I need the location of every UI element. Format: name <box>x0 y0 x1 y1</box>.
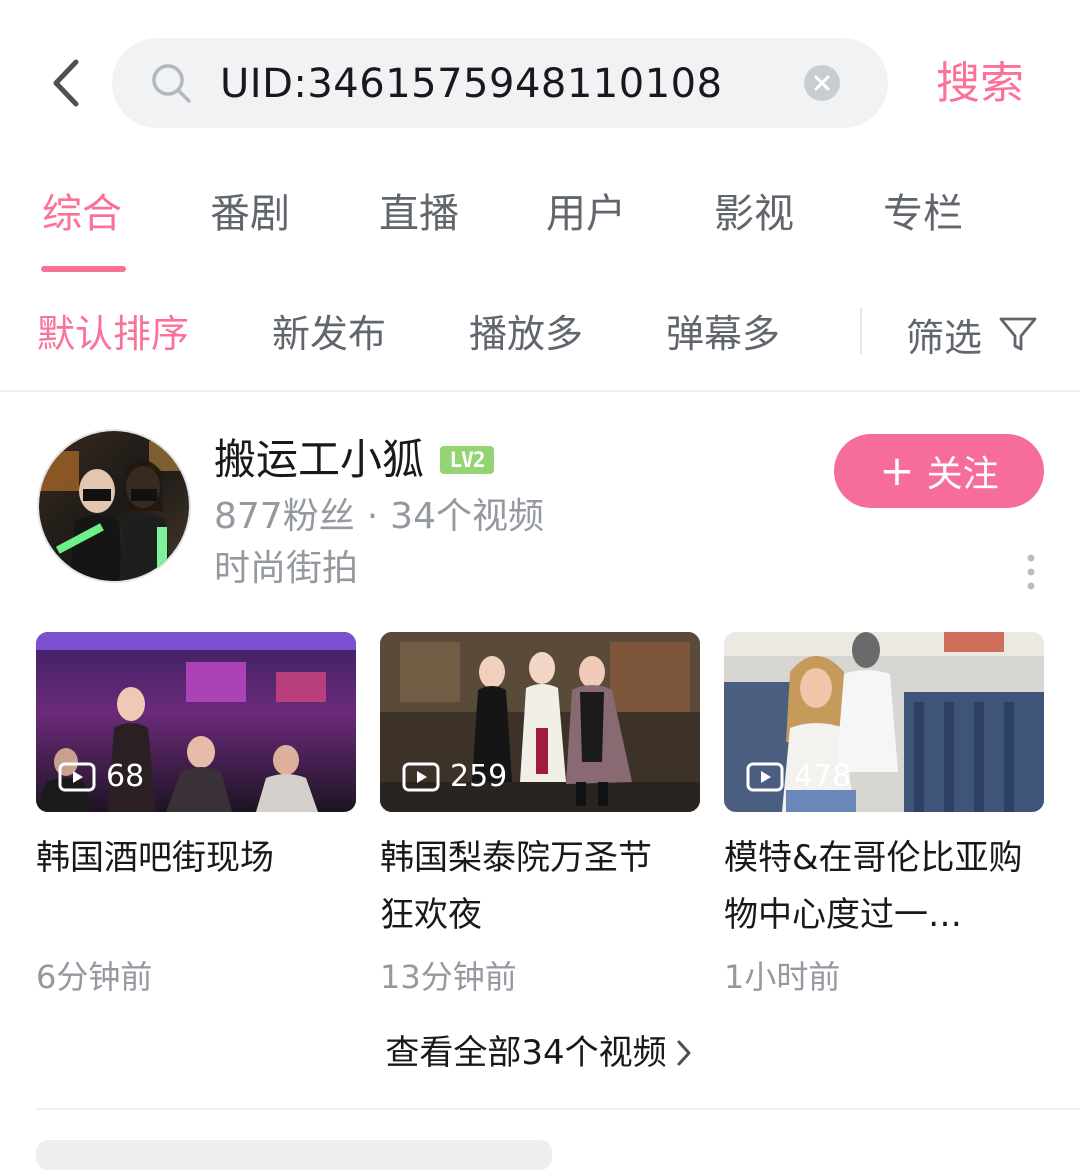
play-count: 259 <box>402 759 507 794</box>
follow-button[interactable]: + 关注 <box>834 434 1044 508</box>
username[interactable]: 搬运工小狐 <box>214 430 424 490</box>
search-button[interactable]: 搜索 <box>936 54 1024 114</box>
view-all-label: 查看全部34个视频 <box>385 1033 667 1073</box>
separator: · <box>366 496 379 537</box>
video-time: 6分钟前 <box>36 958 153 996</box>
chevron-left-icon <box>53 59 79 107</box>
more-vertical-icon[interactable] <box>1020 552 1042 592</box>
user-signature: 时尚街拍 <box>214 548 359 589</box>
sort-most-played[interactable]: 播放多 <box>469 306 583 362</box>
clear-icon[interactable] <box>804 65 840 101</box>
avatar[interactable] <box>37 429 191 583</box>
divider <box>0 390 1080 392</box>
play-icon <box>402 762 440 791</box>
tab-anime[interactable]: 番剧 <box>210 185 290 243</box>
back-button[interactable] <box>40 58 90 108</box>
tab-general[interactable]: 综合 <box>42 185 122 243</box>
follower-count: 877粉丝 <box>214 496 355 537</box>
category-tabs: 综合 番剧 直播 用户 影视 专栏 <box>0 185 1080 275</box>
user-stats: 877粉丝 · 34个视频 <box>214 492 544 542</box>
video-title[interactable]: 模特&在哥伦比亚购物中心度过一… <box>724 830 1024 944</box>
search-input[interactable]: UID:3461575948110108 <box>220 38 723 128</box>
play-icon <box>58 762 96 791</box>
view-all-videos-link[interactable]: 查看全部34个视频 <box>0 1028 1080 1078</box>
video-time: 13分钟前 <box>380 958 517 996</box>
follow-label: 关注 <box>926 454 999 495</box>
search-box[interactable]: UID:3461575948110108 <box>112 38 888 128</box>
level-badge: LV2 <box>440 446 494 474</box>
tab-film[interactable]: 影视 <box>714 185 794 243</box>
filter-button[interactable]: 筛选 <box>906 306 1038 362</box>
video-card[interactable]: 68 韩国酒吧街现场 6分钟前 <box>36 632 356 1002</box>
tab-users[interactable]: 用户 <box>546 185 626 243</box>
sort-most-danmaku[interactable]: 弹幕多 <box>666 306 780 362</box>
play-count: 68 <box>58 759 144 794</box>
sort-newest[interactable]: 新发布 <box>272 306 386 362</box>
funnel-icon <box>999 317 1037 351</box>
close-icon <box>814 75 830 91</box>
play-count-value: 478 <box>794 759 852 794</box>
video-title[interactable]: 韩国酒吧街现场 <box>36 830 336 944</box>
tab-articles[interactable]: 专栏 <box>883 185 963 243</box>
video-thumbnail[interactable]: 259 <box>380 632 700 812</box>
divider <box>860 308 862 354</box>
tab-live[interactable]: 直播 <box>379 185 459 243</box>
active-tab-indicator <box>41 266 126 272</box>
play-count-value: 259 <box>450 759 508 794</box>
filter-label: 筛选 <box>906 315 983 360</box>
video-thumbnail[interactable]: 68 <box>36 632 356 812</box>
sort-default[interactable]: 默认排序 <box>37 306 189 362</box>
plus-icon: + <box>879 446 915 495</box>
play-icon <box>746 762 784 791</box>
video-card[interactable]: 478 模特&在哥伦比亚购物中心度过一… 1小时前 <box>724 632 1044 1002</box>
divider <box>36 1108 1080 1110</box>
next-result-placeholder <box>36 1140 552 1170</box>
avatar-image <box>39 431 189 581</box>
video-count: 34个视频 <box>390 496 544 537</box>
video-time: 1小时前 <box>724 958 841 996</box>
chevron-right-icon <box>677 1040 691 1066</box>
play-count: 478 <box>746 759 851 794</box>
play-count-value: 68 <box>106 759 145 794</box>
sort-bar: 默认排序 新发布 播放多 弹幕多 筛选 <box>0 300 1080 370</box>
video-thumbnail[interactable]: 478 <box>724 632 1044 812</box>
video-title[interactable]: 韩国梨泰院万圣节狂欢夜 <box>380 830 680 944</box>
search-icon <box>152 64 191 103</box>
video-card[interactable]: 259 韩国梨泰院万圣节狂欢夜 13分钟前 <box>380 632 700 1002</box>
